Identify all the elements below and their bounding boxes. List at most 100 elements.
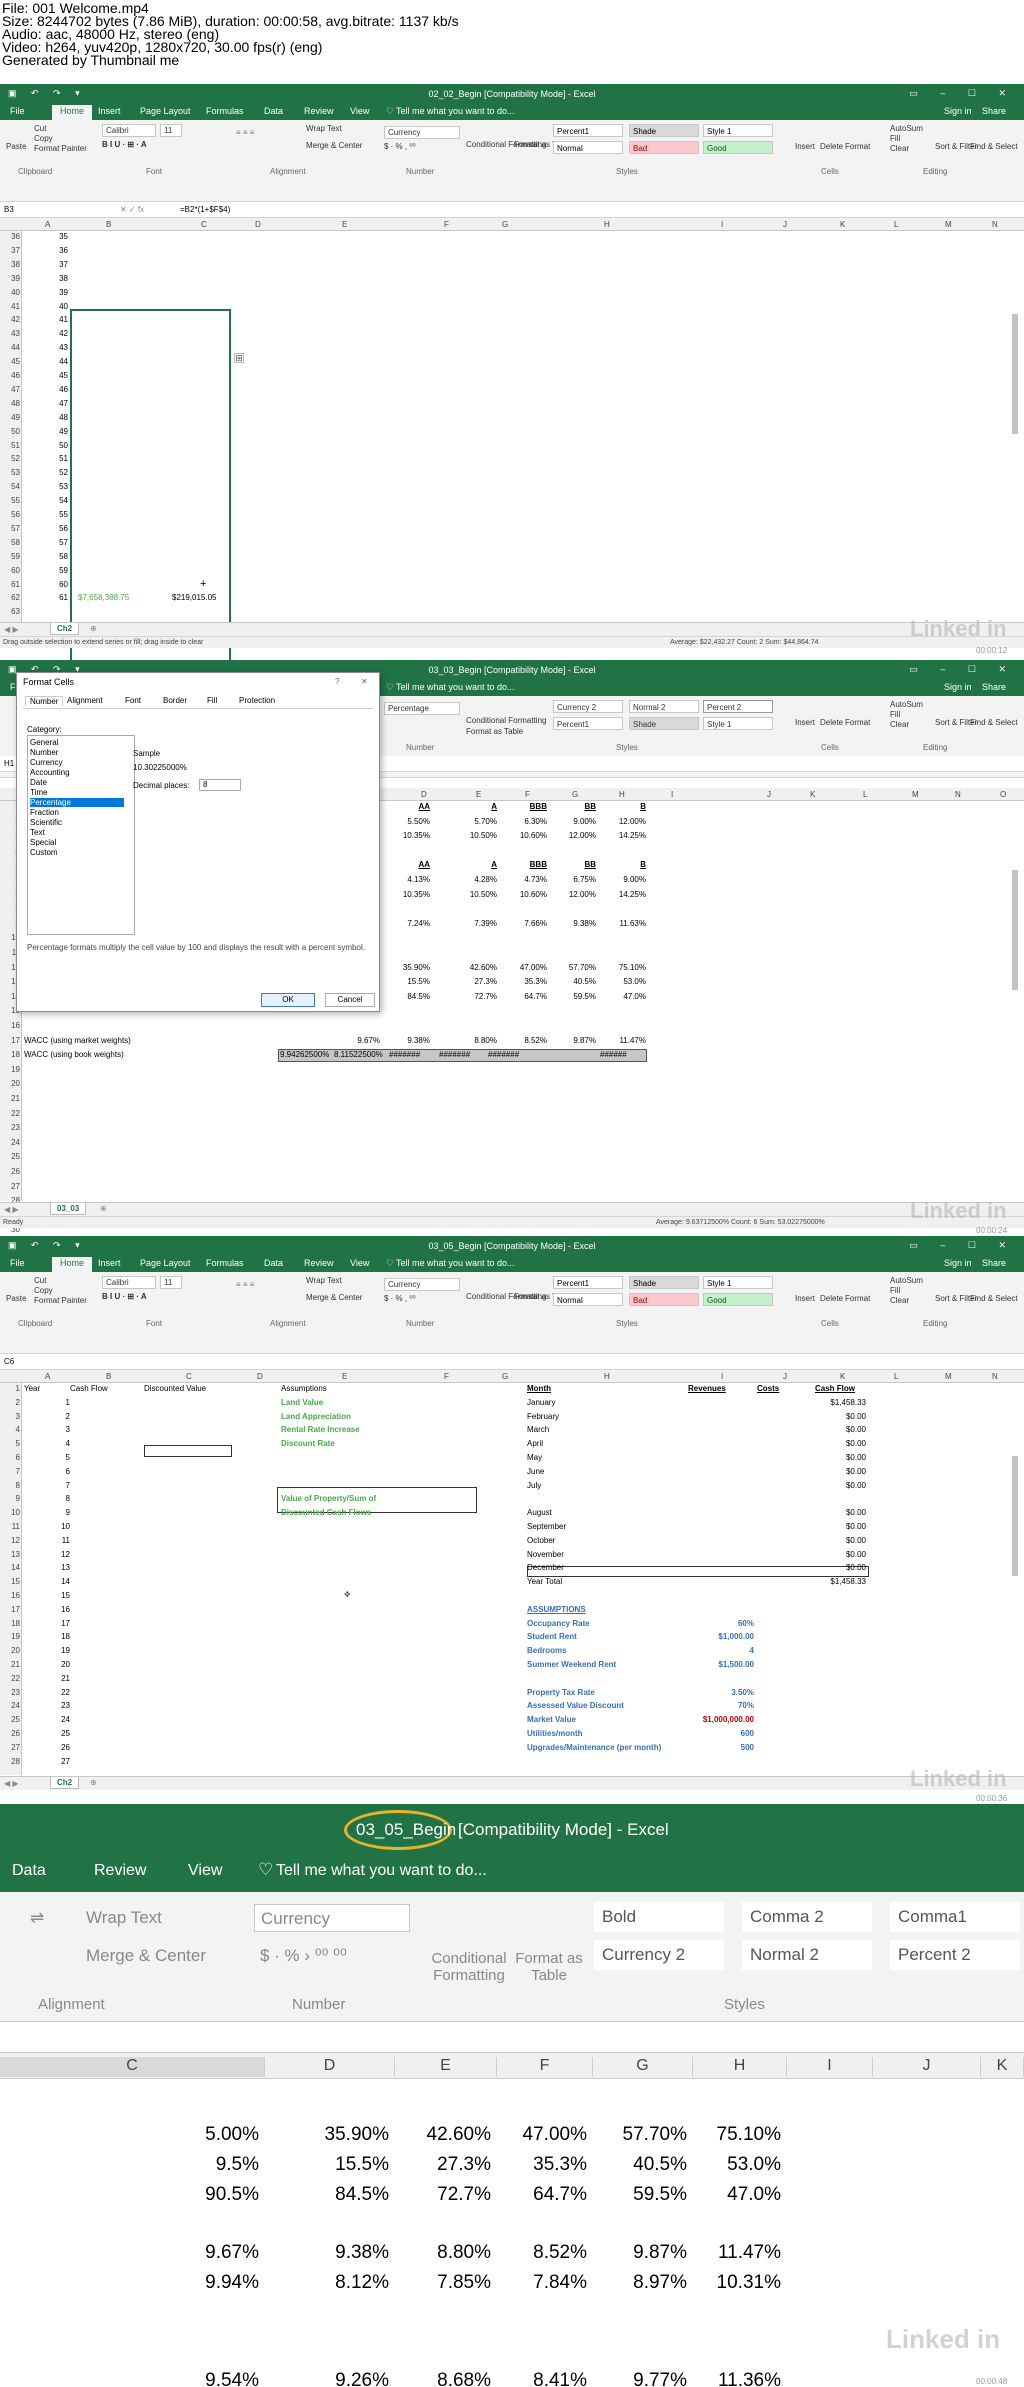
style-normal-2[interactable]: Normal 2 — [742, 1940, 872, 1970]
cell-r1[interactable]: 12.00% — [606, 817, 646, 826]
cell-r3[interactable]: 4.28% — [457, 875, 497, 884]
cell-value[interactable]: 90.5% — [155, 2184, 259, 2206]
cell-a[interactable]: 59 — [48, 566, 68, 575]
cell-value[interactable]: 42.60% — [387, 2124, 491, 2146]
cell-month[interactable]: May — [527, 1453, 542, 1462]
cell-a[interactable]: 37 — [48, 260, 68, 269]
category-item[interactable]: Special — [30, 838, 124, 847]
category-item[interactable]: Time — [30, 788, 124, 797]
wrap-text-button[interactable]: Wrap Text — [306, 124, 342, 133]
year-total-value[interactable]: $1,458.33 — [820, 1577, 866, 1586]
cell-value[interactable]: 8.80% — [387, 2242, 491, 2264]
cell-r1[interactable]: 5.70% — [457, 817, 497, 826]
col-header-j[interactable]: J — [873, 2057, 981, 2077]
row-header[interactable]: 39 — [0, 274, 20, 283]
col-header-c[interactable]: C — [186, 1372, 192, 1381]
style-normal[interactable]: Normal — [553, 1293, 623, 1306]
cell-r6[interactable]: 35.90% — [390, 963, 430, 972]
col-header-n[interactable]: N — [955, 790, 961, 799]
merge-center-button[interactable]: Merge & Center — [306, 1293, 362, 1302]
wrap-text-button[interactable]: Wrap Text — [306, 1276, 342, 1285]
cell-month[interactable]: December — [527, 1563, 564, 1572]
col-header-a[interactable]: A — [45, 1372, 50, 1381]
cell-year[interactable]: 25 — [60, 1729, 70, 1738]
style-style-1[interactable]: Style 1 — [703, 124, 773, 137]
col-header-i[interactable]: I — [787, 2057, 873, 2077]
font-select[interactable]: Calibri — [102, 1276, 156, 1289]
col-header-k[interactable]: K — [840, 1372, 845, 1381]
find-select-button[interactable]: Find & Select — [970, 142, 1018, 151]
style-style-1[interactable]: Style 1 — [703, 1276, 773, 1289]
cell-value[interactable]: 9.77% — [583, 2370, 687, 2387]
selected-cell[interactable] — [144, 1445, 232, 1457]
row-header[interactable]: 2 — [0, 1398, 20, 1407]
style-bold[interactable]: Bold — [594, 1902, 724, 1932]
tab-view[interactable]: View — [350, 1258, 369, 1268]
row-header[interactable]: 19 — [0, 1632, 20, 1641]
formula-bar[interactable]: C6 — [0, 1354, 1024, 1370]
category-item[interactable]: Date — [30, 778, 124, 787]
row-header[interactable]: 18 — [0, 1050, 20, 1059]
window-controls[interactable]: ▭ – ☐ ✕ — [909, 664, 1016, 675]
row-header[interactable]: 4 — [0, 1425, 20, 1434]
assumption-value[interactable]: 60% — [694, 1619, 754, 1628]
cell-a[interactable]: 61 — [48, 593, 68, 602]
decimal-stepper[interactable]: 8 — [199, 779, 241, 791]
cell-r4[interactable]: 12.00% — [556, 890, 596, 899]
sheet-tab[interactable]: 03_03 — [50, 1203, 87, 1215]
assumption-item[interactable]: Rental Rate Increase — [281, 1425, 360, 1434]
category-item[interactable]: Percentage — [30, 798, 124, 807]
cell-r7[interactable]: 40.5% — [556, 977, 596, 986]
cell-value[interactable]: 59.5% — [583, 2184, 687, 2206]
tab-page-layout[interactable]: Page Layout — [140, 1258, 191, 1268]
number-format-select[interactable]: Currency — [384, 126, 460, 139]
cond-format-button[interactable]: Conditional Formatting — [424, 1950, 514, 1984]
cell-r7[interactable]: 53.0% — [606, 977, 646, 986]
tab-home[interactable]: Home — [52, 1257, 93, 1272]
format-table-button[interactable]: Format as Table — [514, 1950, 584, 1984]
dialog-tab-number[interactable]: Number — [25, 696, 64, 706]
col-header-i[interactable]: I — [671, 790, 673, 799]
style-good[interactable]: Good — [703, 1293, 773, 1306]
category-item[interactable]: Number — [30, 748, 124, 757]
row-header[interactable]: 58 — [0, 538, 20, 547]
sheet-nav-icon[interactable]: ◀ ▶ — [4, 625, 19, 634]
cell-value[interactable]: 75.10% — [677, 2124, 781, 2146]
currency-percent-comma-icons[interactable]: $ · % › ⁰⁰ ⁰⁰ — [260, 1946, 347, 1966]
category-item[interactable]: Custom — [30, 848, 124, 857]
cell-year[interactable]: 2 — [60, 1412, 70, 1421]
row-header[interactable]: 19 — [0, 1065, 20, 1074]
delete-button[interactable]: Delete — [820, 142, 843, 151]
paste-button[interactable]: Paste — [6, 142, 26, 151]
row-header[interactable]: 7 — [0, 1467, 20, 1476]
cell-wacc-book[interactable]: 8.11522500% — [334, 1050, 383, 1059]
autosum-button[interactable]: AutoSum — [890, 700, 923, 709]
col-header-m[interactable]: M — [945, 220, 952, 229]
fill-button[interactable]: Fill — [890, 134, 900, 143]
row-header[interactable]: 42 — [0, 315, 20, 324]
cell-year[interactable]: 19 — [60, 1646, 70, 1655]
clear-button[interactable]: Clear — [890, 1296, 909, 1305]
cell-value[interactable]: 47.0% — [677, 2184, 781, 2206]
cell-year[interactable]: 11 — [60, 1536, 70, 1545]
add-sheet-icon[interactable]: ⊕ — [90, 624, 97, 633]
cell-wacc-market[interactable]: 9.38% — [388, 1036, 430, 1045]
col-header-m[interactable]: M — [912, 790, 919, 799]
cell-a[interactable]: 48 — [48, 413, 68, 422]
style-1[interactable]: Style 1 — [703, 717, 773, 730]
style-percent1[interactable]: Percent1 — [553, 717, 623, 730]
cell-r4[interactable]: 14.25% — [606, 890, 646, 899]
assumption-value[interactable]: 3.50% — [674, 1688, 754, 1697]
category-list[interactable]: General Number Currency Accounting Date Time P… — [27, 735, 135, 935]
cell-r7[interactable]: 27.3% — [457, 977, 497, 986]
col-header-k[interactable]: K — [981, 2057, 1024, 2077]
tab-file[interactable]: File — [10, 1258, 25, 1268]
alignment-icons[interactable]: ≡ ≡ ≡ — [236, 1280, 254, 1289]
cell-value[interactable]: 35.3% — [483, 2154, 587, 2176]
cell-r3[interactable]: 9.00% — [606, 875, 646, 884]
fill-button[interactable]: Fill — [890, 710, 900, 719]
cell-r6[interactable]: 42.60% — [457, 963, 497, 972]
selection-range[interactable] — [70, 309, 231, 660]
autosum-button[interactable]: AutoSum — [890, 124, 923, 133]
cell-year[interactable]: 14 — [60, 1577, 70, 1586]
